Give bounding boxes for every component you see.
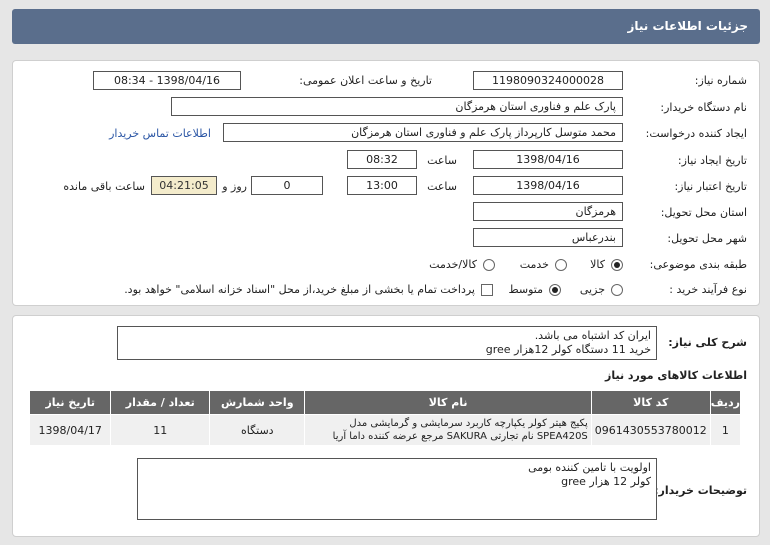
buyer-notes-label: توضیحات خریدار: (654, 484, 747, 497)
validity-time-label: ساعت (427, 180, 457, 193)
category-option-goods: کالا (590, 258, 605, 271)
process-label: نوع فرآیند خرید : (669, 283, 747, 296)
process-option-minor: جزیی (579, 283, 605, 296)
page-title: جزئیات اطلاعات نیاز (627, 19, 748, 33)
col-qty: تعداد / مقدار (110, 390, 211, 415)
buyer-org-field[interactable]: پارک علم و فناوری استان هرمزگان (171, 97, 623, 116)
col-name: نام کالا (304, 390, 592, 415)
province-field[interactable]: هرمزگان (473, 202, 623, 221)
buyer-notes-line-2: کولر 12 هزار gree (561, 475, 651, 488)
validity-time-field[interactable]: 13:00 (347, 176, 417, 195)
row-index: 1 (709, 414, 742, 446)
created-date-label: تاریخ ایجاد نیاز: (677, 154, 747, 167)
summary-line-2: خرید 11 دستگاه کولر 12هزار gree (485, 343, 651, 356)
need-number-label: شماره نیاز: (694, 74, 747, 87)
created-date-field[interactable]: 1398/04/16 (473, 150, 623, 169)
remaining-time-field[interactable]: 04:21:05 (151, 176, 217, 195)
summary-label: شرح کلی نیاز: (668, 336, 747, 349)
need-info-panel: شماره نیاز: 1198090324000028 تاریخ و ساع… (12, 60, 760, 306)
validity-date-field[interactable]: 1398/04/16 (473, 176, 623, 195)
row-date: 1398/04/17 (28, 414, 112, 446)
city-field[interactable]: بندرعباس (473, 228, 623, 247)
created-time-label: ساعت (427, 154, 457, 167)
row-code: 0961430553780012 (590, 414, 711, 446)
treasury-payment-note: پرداخت تمام یا بخشی از مبلغ خرید،از محل … (124, 283, 475, 296)
buyer-notes-box: اولویت با تامین کننده بومی کولر 12 هزار … (137, 458, 657, 520)
announce-field[interactable]: 1398/04/16 - 08:34 (93, 71, 241, 90)
row-unit: دستگاه (209, 414, 306, 446)
requester-field[interactable]: محمد متوسل کارپرداز پارک علم و فناوری اس… (223, 123, 623, 142)
col-code: کد کالا (590, 390, 711, 415)
goods-table: ردیف کد کالا نام کالا واحد شمارش تعداد /… (28, 390, 742, 446)
category-label: طبقه بندی موضوعی: (649, 258, 747, 271)
goods-section-title: اطلاعات کالاهای مورد نیاز (605, 369, 747, 382)
category-radio-service[interactable] (555, 259, 567, 271)
remaining-label: ساعت باقی مانده (63, 180, 145, 193)
city-label: شهر محل تحویل: (667, 232, 747, 245)
requester-label: ایجاد کننده درخواست: (645, 127, 747, 140)
process-option-medium: متوسط (508, 283, 543, 296)
process-radio-medium[interactable] (549, 284, 561, 296)
category-option-goods-service: کالا/خدمت (429, 258, 477, 271)
page-header: جزئیات اطلاعات نیاز (12, 9, 760, 44)
days-label: روز و (222, 180, 247, 193)
col-date: تاریخ نیاز (28, 390, 112, 415)
created-time-field[interactable]: 08:32 (347, 150, 417, 169)
row-qty: 11 (110, 414, 211, 446)
row-name: پکیج هیتر کولر یکپارچه کاربرد سرمایشی و … (304, 414, 592, 446)
category-radio-goods-service[interactable] (483, 259, 495, 271)
summary-line-1: ایران کد اشتباه می باشد. (534, 329, 651, 342)
buyer-contact-link[interactable]: اطلاعات تماس خریدار (109, 127, 211, 140)
need-number-field[interactable]: 1198090324000028 (473, 71, 623, 90)
buyer-org-label: نام دستگاه خریدار: (660, 101, 747, 114)
category-radio-goods[interactable] (611, 259, 623, 271)
province-label: استان محل تحویل: (660, 206, 747, 219)
remaining-days-field[interactable]: 0 (251, 176, 323, 195)
category-option-service: خدمت (519, 258, 549, 271)
process-radio-minor[interactable] (611, 284, 623, 296)
treasury-payment-checkbox[interactable] (481, 284, 493, 296)
announce-label: تاریخ و ساعت اعلان عمومی: (299, 74, 432, 87)
col-index: ردیف (709, 390, 742, 415)
table-row[interactable]: 1 0961430553780012 پکیج هیتر کولر یکپارچ… (28, 414, 742, 446)
goods-table-header: ردیف کد کالا نام کالا واحد شمارش تعداد /… (28, 390, 742, 415)
col-unit: واحد شمارش (209, 390, 306, 415)
summary-box: ایران کد اشتباه می باشد. خرید 11 دستگاه … (117, 326, 657, 360)
need-details-panel: شرح کلی نیاز: ایران کد اشتباه می باشد. خ… (12, 315, 760, 537)
validity-date-label: تاریخ اعتبار نیاز: (674, 180, 747, 193)
buyer-notes-line-1: اولویت با تامین کننده بومی (528, 461, 651, 474)
